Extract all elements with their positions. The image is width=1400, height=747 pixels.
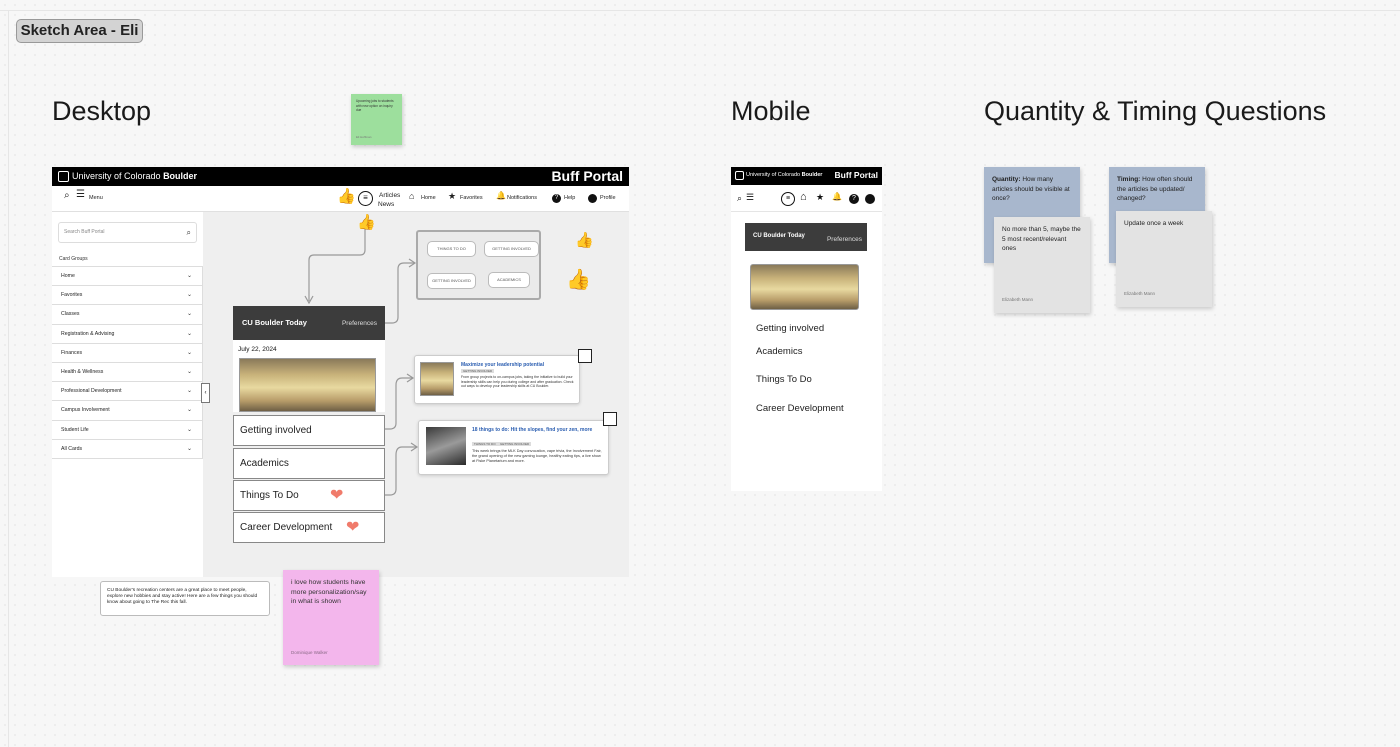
timing-answer: Update once a week: [1124, 220, 1184, 227]
category-label: Getting involved: [240, 425, 312, 436]
tag-chip[interactable]: ACADEMICS: [488, 272, 530, 288]
article-card-leadership[interactable]: Maximize your leadership potential GETTI…: [414, 355, 580, 404]
category-getting-involved[interactable]: Getting involved: [233, 415, 385, 446]
heading-quantity-timing: Quantity & Timing Questions: [984, 96, 1327, 126]
category-label: Career Development: [240, 522, 333, 533]
preferences-link[interactable]: Preferences: [827, 236, 862, 243]
sticky-note-author: Eli Hoffman: [356, 135, 372, 139]
sticky-note-text: i love how students have more personaliz…: [291, 579, 367, 605]
quantity-answer: No more than 5, maybe the 5 most recent/…: [1002, 226, 1081, 252]
help-icon[interactable]: ?: [849, 194, 859, 204]
external-link-icon[interactable]: [603, 412, 617, 426]
heading-desktop: Desktop: [52, 96, 152, 126]
sticky-note-text: Upcoming jobs to students with new optio…: [356, 99, 394, 112]
preferences-link[interactable]: Preferences: [342, 320, 377, 327]
sticky-note-author: Elizabeth Mann: [1002, 297, 1034, 302]
article-tag: THINGS TO DO: [472, 442, 498, 446]
articles-icon[interactable]: ≡: [781, 192, 795, 206]
comment-text: CU Boulder's recreation centers are a gr…: [107, 588, 258, 605]
mobile-frame[interactable]: University of Colorado Boulder Buff Port…: [731, 167, 882, 491]
bell-icon[interactable]: 🔔: [832, 192, 842, 201]
canvas-edge-top: [0, 10, 1400, 11]
section-label[interactable]: Sketch Area - Eli: [16, 19, 143, 43]
sticky-note-author: Elizabeth Mann: [1124, 291, 1156, 296]
category-academics[interactable]: Academics: [756, 346, 802, 357]
heart-icon[interactable]: ❤: [330, 481, 343, 510]
category-career-development[interactable]: Career Development ❤: [233, 512, 385, 543]
category-career-development[interactable]: Career Development: [756, 403, 844, 414]
sticky-note-pink[interactable]: i love how students have more personaliz…: [283, 570, 379, 665]
canvas-edge-left: [8, 10, 9, 747]
article-thumbnail: [426, 427, 466, 465]
mobile-nav: ⌕ ☰ ≡ ⌂ ★ 🔔 ?: [731, 185, 882, 212]
article-date: July 22, 2024: [238, 346, 277, 353]
comment-card[interactable]: CU Boulder's recreation centers are a gr…: [100, 581, 270, 616]
thumbs-up-yellow-icon: 👍: [566, 269, 591, 291]
article-title[interactable]: Maximize your leadership potential: [461, 362, 577, 368]
university-name-text: University of Colorado: [746, 172, 801, 178]
connector-getting-involved: [385, 377, 412, 430]
preferences-tag-panel[interactable]: THINGS TO DO GETTING INVOLVED GETTING IN…: [416, 230, 541, 300]
article-text: This week brings the MLK Day convocation…: [472, 449, 602, 463]
heart-icon[interactable]: ❤: [346, 513, 359, 542]
timing-question: Timing: How often should the articles be…: [1117, 175, 1197, 204]
university-name: University of Colorado Boulder: [746, 171, 822, 180]
tag-chip[interactable]: GETTING INVOLVED: [427, 273, 476, 289]
thumbs-up-icon: 👍: [357, 214, 376, 231]
category-label: Academics: [240, 458, 289, 469]
portal-title: Buff Portal: [834, 170, 878, 180]
external-link-icon[interactable]: [578, 349, 592, 363]
quantity-question: Quantity: How many articles should be vi…: [992, 175, 1072, 204]
cu-today-title: CU Boulder Today: [753, 233, 805, 239]
cu-today-header: CU Boulder Today Preferences: [745, 223, 867, 251]
quantity-label: Quantity:: [992, 176, 1021, 183]
connector-preferences-to-tags: [385, 262, 414, 324]
star-icon[interactable]: ★: [816, 192, 824, 203]
menu-icon[interactable]: ☰: [746, 192, 754, 203]
connector-nav-to-card: [308, 227, 366, 301]
category-getting-involved[interactable]: Getting involved: [756, 323, 824, 334]
profile-icon[interactable]: [865, 194, 875, 204]
article-text: From group projects to on-campus jobs, t…: [461, 375, 574, 389]
article-title[interactable]: 18 things to do: Hit the slopes, find yo…: [472, 427, 604, 433]
sticky-note-quantity-answer[interactable]: No more than 5, maybe the 5 most recent/…: [994, 217, 1090, 313]
connector-things-to-do: [385, 446, 416, 496]
category-things-to-do[interactable]: Things To Do: [756, 374, 812, 385]
sticky-note-timing-answer[interactable]: Update once a week Elizabeth Mann: [1116, 211, 1212, 307]
search-icon[interactable]: ⌕: [737, 193, 742, 204]
thumbs-up-icon: 👍: [575, 232, 594, 249]
article-tag: GETTING INVOLVED: [461, 369, 495, 373]
group-photo: [239, 358, 376, 412]
mobile-header-bar: University of Colorado Boulder Buff Port…: [731, 167, 882, 185]
timing-label: Timing:: [1117, 176, 1141, 183]
heading-mobile: Mobile: [731, 96, 811, 126]
article-thumbnail: [420, 362, 454, 396]
home-icon[interactable]: ⌂: [800, 191, 807, 203]
category-label: Things To Do: [240, 490, 299, 501]
cu-today-title: CU Boulder Today: [242, 318, 307, 327]
article-card-things-to-do[interactable]: 18 things to do: Hit the slopes, find yo…: [418, 420, 609, 475]
cu-logo-icon: [735, 171, 744, 180]
desktop-frame[interactable]: University of Colorado Boulder Buff Port…: [52, 167, 629, 577]
tag-chip[interactable]: GETTING INVOLVED: [484, 241, 539, 257]
cu-today-header: CU Boulder Today Preferences: [233, 306, 385, 340]
sticky-note-green[interactable]: Upcoming jobs to students with new optio…: [351, 94, 402, 145]
group-photo: [750, 264, 859, 310]
cu-today-body: July 22, 2024: [233, 340, 385, 412]
article-tag: GETTING INVOLVED: [498, 442, 532, 446]
sticky-note-author: Dominique Walker: [291, 650, 328, 655]
university-name-bold: Boulder: [801, 172, 823, 178]
category-things-to-do[interactable]: Things To Do ❤: [233, 480, 385, 511]
category-academics[interactable]: Academics: [233, 448, 385, 479]
tag-chip[interactable]: THINGS TO DO: [427, 241, 476, 257]
